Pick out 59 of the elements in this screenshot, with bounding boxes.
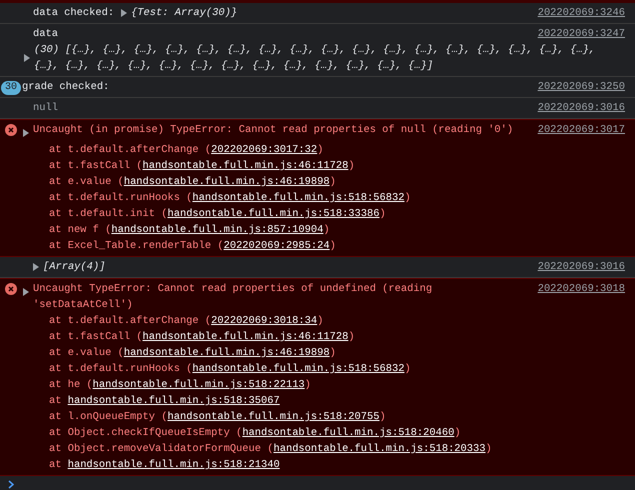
- stack-link[interactable]: handsontable.full.min.js:518:35067: [68, 395, 280, 407]
- stack-frame: at new f (handsontable.full.min.js:857:10904): [33, 222, 530, 238]
- array-preview: (30) [{…}, {…}, {…}, {…}, {…}, {…}, {…}, {…}, {…}, {…}, {…}, {…}, {…}, {…}, {…}, {…}, {…}, {…}, {…}, {…}, {…}, {…}, {…}, {…}, {…}, {…}, {…}, {…}, {…}, {…}]: [34, 43, 596, 74]
- source-link[interactable]: 202202069:3018: [538, 281, 625, 473]
- log-text: data: [33, 27, 59, 42]
- source-link[interactable]: 202202069:3246: [538, 5, 625, 21]
- stack-frame: at handsontable.full.min.js:518:35067: [33, 393, 530, 409]
- stack-frame: at t.default.runHooks (handsontable.full.min.js:518:56832): [33, 361, 530, 377]
- stack-link[interactable]: handsontable.full.min.js:518:20460: [242, 427, 454, 439]
- expand-arrow-icon[interactable]: [24, 54, 30, 62]
- error-message: Uncaught (in promise) TypeError: Cannot read properties of null (reading '0'): [33, 123, 514, 138]
- stack-frame: at t.default.init (handsontable.full.min.js:518:33386): [33, 206, 530, 222]
- stack-frame: at Object.checkIfQueueIsEmpty (handsontable.full.min.js:518:20460): [33, 425, 530, 441]
- stack-link[interactable]: handsontable.full.min.js:518:21340: [68, 459, 280, 471]
- stack-frame: at t.default.runHooks (handsontable.full.min.js:518:56832): [33, 190, 530, 206]
- prompt-chevron-icon: [8, 480, 14, 489]
- expand-arrow-icon[interactable]: [121, 9, 128, 17]
- stack-link[interactable]: 202202069:3017:32: [211, 144, 318, 156]
- object-preview: [Array(4)]: [43, 260, 106, 275]
- stack-frame: at he (handsontable.full.min.js:518:22113): [33, 377, 530, 393]
- stack-frame: at Object.removeValidatorFormQueue (handsontable.full.min.js:518:20333): [33, 441, 530, 457]
- stack-frame: at l.onQueueEmpty (handsontable.full.min.js:518:20755): [33, 409, 530, 425]
- object-preview: {Test: Array(30)}: [131, 6, 238, 21]
- repeat-count: 30: [0, 81, 21, 95]
- expand-arrow-icon[interactable]: [23, 129, 29, 138]
- stack-frame: at e.value (handsontable.full.min.js:46:19898): [33, 174, 530, 190]
- stack-frame: at t.fastCall (handsontable.full.min.js:46:11728): [33, 158, 530, 174]
- log-text: null: [33, 101, 58, 116]
- error-message: Uncaught TypeError: Cannot read properties of undefined (reading 'setDataAtCell'): [33, 282, 434, 313]
- expand-arrow-icon[interactable]: [23, 288, 29, 296]
- stack-link[interactable]: handsontable.full.min.js:518:22113: [92, 379, 305, 391]
- source-link[interactable]: 202202069:3017: [538, 122, 625, 254]
- source-link[interactable]: 202202069:3016: [538, 259, 625, 275]
- error-icon: [5, 283, 17, 295]
- stack-link[interactable]: handsontable.full.min.js:518:33386: [167, 208, 380, 220]
- expand-arrow-icon[interactable]: [33, 263, 39, 271]
- stack-link[interactable]: handsontable.full.min.js:46:19898: [124, 347, 330, 359]
- stack-link[interactable]: 202202069:2985:24: [224, 240, 330, 252]
- stack-link[interactable]: handsontable.full.min.js:518:56832: [192, 363, 404, 375]
- log-text: data checked:: [33, 6, 114, 21]
- stack-frame: at t.default.afterChange (202202069:3017:32): [33, 142, 530, 158]
- source-link[interactable]: 202202069:3016: [538, 100, 625, 116]
- stack-link[interactable]: handsontable.full.min.js:857:10904: [111, 224, 324, 236]
- stack-link[interactable]: handsontable.full.min.js:46:11728: [142, 160, 348, 172]
- stack-link[interactable]: handsontable.full.min.js:518:20333: [273, 443, 486, 455]
- source-link[interactable]: 202202069:3250: [538, 79, 625, 95]
- stack-frame: at Excel_Table.renderTable (202202069:2985:24): [33, 238, 530, 254]
- stack-link[interactable]: handsontable.full.min.js:518:20755: [167, 411, 380, 423]
- log-text: grade checked:: [22, 80, 110, 95]
- stack-frame: at e.value (handsontable.full.min.js:46:19898): [33, 345, 530, 361]
- stack-link[interactable]: 202202069:3018:34: [211, 315, 318, 327]
- stack-frame: at t.default.afterChange (202202069:3018:34): [33, 313, 530, 329]
- stack-frame: at t.fastCall (handsontable.full.min.js:46:11728): [33, 329, 530, 345]
- stack-link[interactable]: handsontable.full.min.js:46:11728: [142, 331, 348, 343]
- stack-link[interactable]: handsontable.full.min.js:518:56832: [192, 192, 404, 204]
- error-icon: [5, 124, 17, 136]
- stack-frame: at handsontable.full.min.js:518:21340: [33, 457, 530, 473]
- stack-link[interactable]: handsontable.full.min.js:46:19898: [124, 176, 330, 188]
- source-link[interactable]: 202202069:3247: [538, 26, 625, 42]
